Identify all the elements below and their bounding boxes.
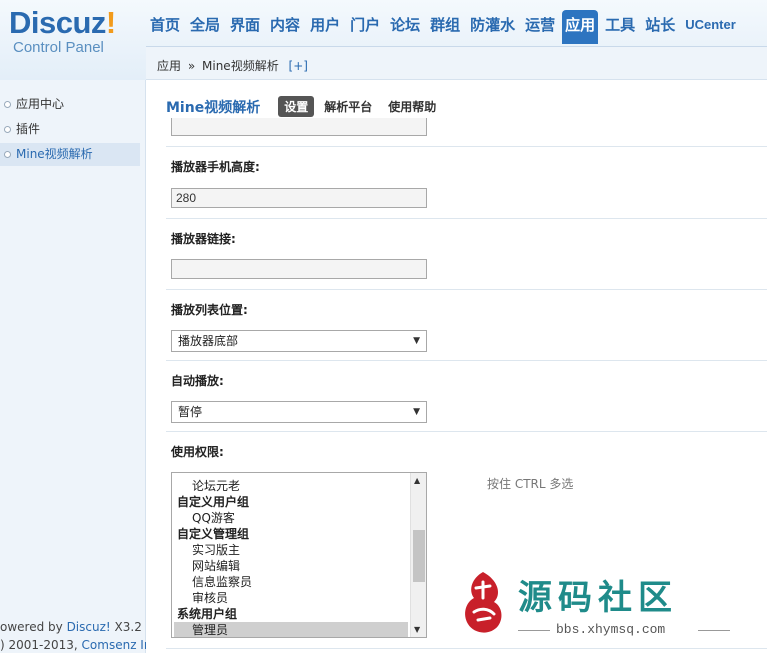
nav-item[interactable]: 工具 <box>602 10 638 44</box>
row-divider <box>166 289 767 290</box>
option-group-header: 系统用户组 <box>177 607 238 621</box>
nav-item[interactable]: 全局 <box>187 10 223 44</box>
option-group-header: 自定义用户组 <box>177 495 250 509</box>
sidebar: 应用中心 插件 Mine视频解析 owered by Discuz! X3.2 … <box>0 80 162 653</box>
footer-discuz-link[interactable]: Discuz! <box>67 620 111 634</box>
nav-item[interactable]: 用户 <box>307 10 343 44</box>
permission-multiselect[interactable]: 论坛元老 自定义用户组 QQ游客 自定义管理组 实习版主 网站编辑 信息监察员 审核员 系统用户… <box>171 472 427 638</box>
tab-help[interactable]: 使用帮助 <box>382 96 442 117</box>
tab-settings[interactable]: 设置 <box>278 96 315 117</box>
breadcrumb-parent[interactable]: 应用 <box>157 59 181 73</box>
row-divider <box>166 146 767 147</box>
admin-control-panel: Discuz! Control Panel 首页 全局 界面 内容 用户 门户 论坛 群组 防灌… <box>0 0 767 653</box>
nav-item[interactable]: 运营 <box>522 10 558 44</box>
scrollbar-thumb[interactable] <box>413 530 425 582</box>
player-link-input[interactable] <box>171 259 427 279</box>
footer-version: X3.2 <box>110 620 142 634</box>
mobile-height-label: 播放器手机高度: <box>171 160 260 174</box>
autoplay-select[interactable]: 暂停 ▼ <box>171 401 427 423</box>
row-divider <box>166 648 767 649</box>
footer-copyright: ) 2001-2013, Comsenz Inc. <box>0 638 162 652</box>
tab-parse-platform[interactable]: 解析平台 <box>318 96 378 117</box>
row-divider <box>166 218 767 219</box>
row-divider <box>166 360 767 361</box>
watermark-title: 源码社区 <box>518 578 678 618</box>
watermark-rule-right <box>698 630 730 631</box>
multi-select-hint: 按住 CTRL 多选 <box>487 477 574 491</box>
sidebar-item-app-center[interactable]: 应用中心 <box>0 93 140 116</box>
nav-item[interactable]: 论坛 <box>387 10 423 44</box>
permission-label: 使用权限: <box>171 445 224 459</box>
option-item[interactable]: 网站编辑 <box>174 558 408 574</box>
footer-prefix: owered by <box>0 620 67 634</box>
footer-powered-by: owered by Discuz! X3.2 <box>0 620 142 634</box>
breadcrumb-current: Mine视频解析 <box>202 59 279 73</box>
option-item[interactable]: 论坛元老 <box>174 478 408 494</box>
nav-item[interactable]: 门户 <box>347 10 383 44</box>
breadcrumb-separator: » <box>187 59 196 73</box>
breadcrumb-bar: 应用 » Mine视频解析 [+] <box>146 46 767 80</box>
sidebar-item-plugins[interactable]: 插件 <box>0 118 140 141</box>
scroll-up-icon[interactable]: ▲ <box>414 476 420 485</box>
playlist-position-value: 播放器底部 <box>178 334 239 348</box>
autoplay-value: 暂停 <box>178 405 203 419</box>
option-group-header: 自定义管理组 <box>177 527 250 541</box>
option-item[interactable]: 信息监察员 <box>174 574 408 590</box>
option-item[interactable]: 审核员 <box>174 590 408 606</box>
previous-setting-input[interactable] <box>171 118 427 136</box>
nav-item[interactable]: 内容 <box>267 10 303 44</box>
watermark-url: bbs.xhymsq.com <box>556 622 666 637</box>
playlist-position-label: 播放列表位置: <box>171 303 248 317</box>
nav-item[interactable]: 首页 <box>147 10 183 44</box>
breadcrumb: 应用 » Mine视频解析 [+] <box>157 57 308 74</box>
plugin-title: Mine视频解析 <box>166 99 261 116</box>
footer-years: ) 2001-2013, <box>0 638 82 652</box>
player-link-label: 播放器链接: <box>171 232 236 246</box>
discuz-logo[interactable]: Discuz! Control Panel <box>9 6 116 56</box>
logo-subtitle: Control Panel <box>13 39 104 56</box>
watermark-rule-left <box>518 630 550 631</box>
scroll-down-icon[interactable]: ▼ <box>414 625 420 634</box>
row-divider <box>166 431 767 432</box>
seal-logo-icon <box>465 572 502 633</box>
sidebar-item-mine-video[interactable]: Mine视频解析 <box>0 143 140 166</box>
top-navigation: 首页 全局 界面 内容 用户 门户 论坛 群组 防灌水 运营 应用 工具 站长 UCenter <box>147 10 743 44</box>
nav-item[interactable]: 界面 <box>227 10 263 44</box>
nav-item[interactable]: 防灌水 <box>467 10 518 44</box>
nav-item[interactable]: 应用 <box>562 10 599 44</box>
option-item[interactable]: 实习版主 <box>174 542 408 558</box>
add-shortcut-button[interactable]: [+] <box>289 59 308 73</box>
chevron-down-icon: ▼ <box>413 407 420 417</box>
nav-item[interactable]: 站长 <box>642 10 678 44</box>
option-item[interactable]: 管理员 <box>174 622 408 637</box>
mobile-height-input[interactable]: 280 <box>171 188 427 208</box>
nav-item[interactable]: UCenter <box>682 10 739 44</box>
scrollbar[interactable]: ▲ ▼ <box>410 473 426 637</box>
nav-item[interactable]: 群组 <box>427 10 463 44</box>
chevron-down-icon: ▼ <box>413 336 420 346</box>
playlist-position-select[interactable]: 播放器底部 ▼ <box>171 330 427 352</box>
site-watermark: 源码社区 bbs.xhymsq.com <box>452 566 742 646</box>
plugin-subnav: Mine视频解析 设置 解析平台 使用帮助 <box>166 96 446 117</box>
option-item[interactable]: QQ游客 <box>174 510 408 526</box>
logo-main-text: Discuz <box>9 5 106 40</box>
logo-bang: ! <box>105 5 116 40</box>
autoplay-label: 自动播放: <box>171 374 224 388</box>
